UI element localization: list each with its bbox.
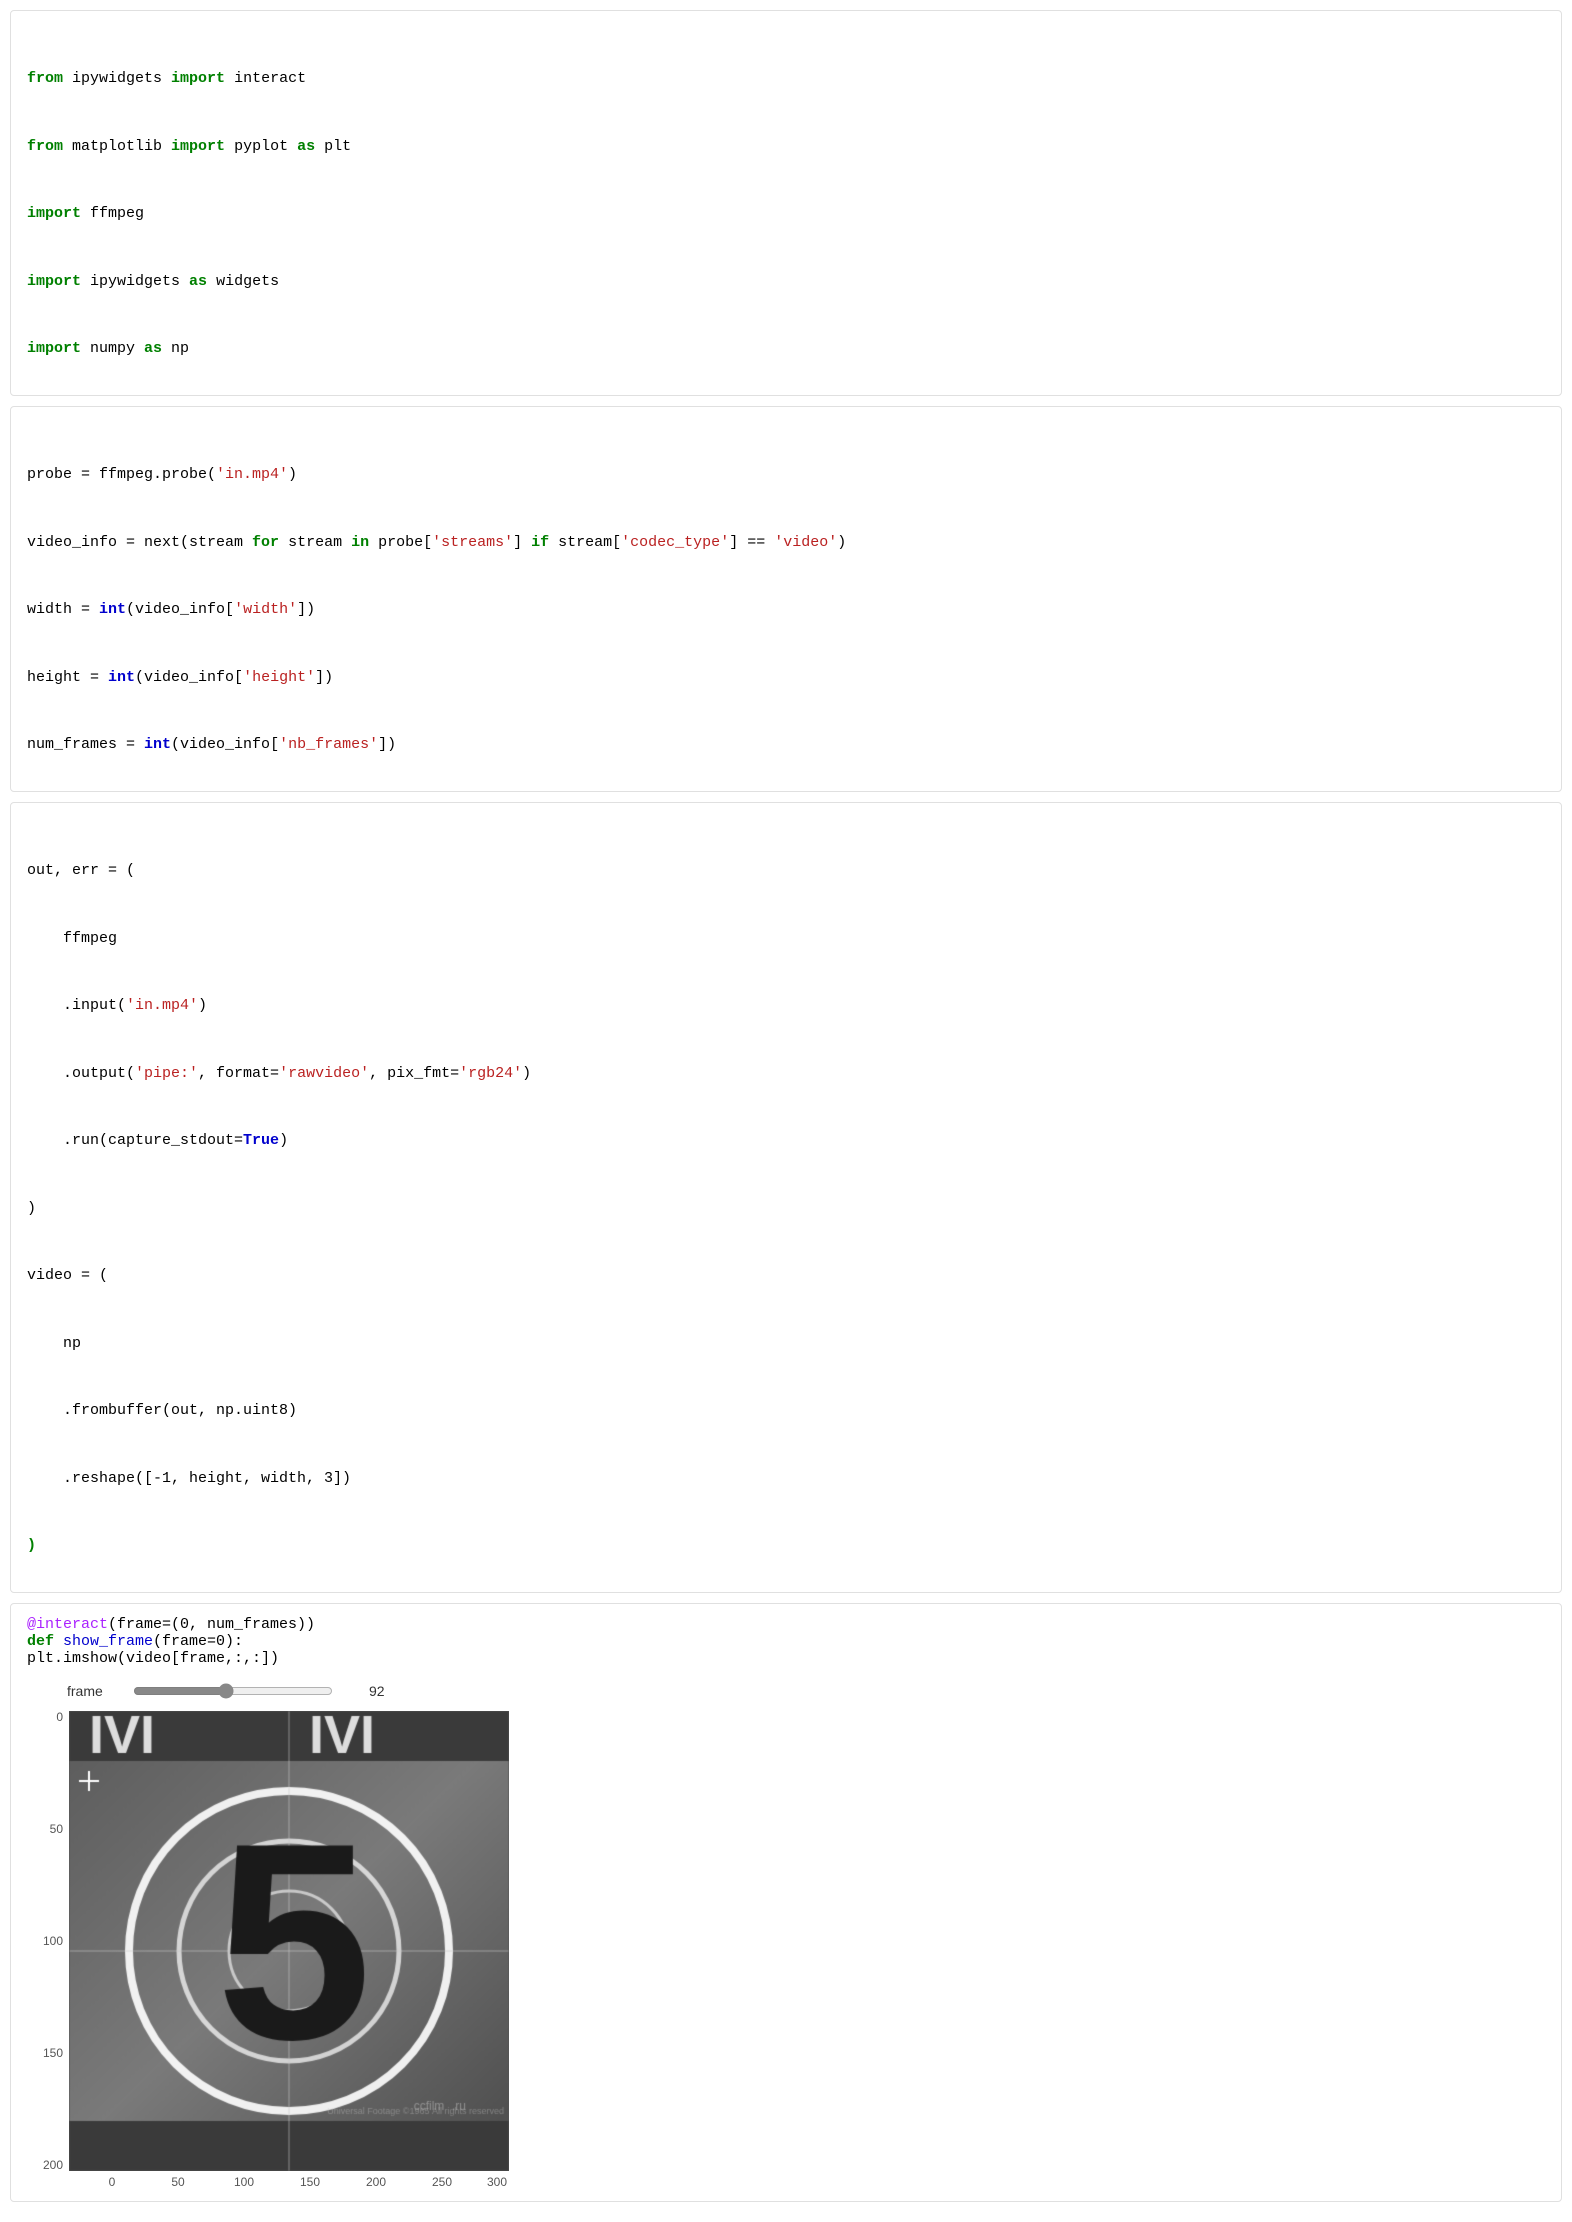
keyword: import: [171, 70, 225, 87]
x-tick-0: 0: [79, 2175, 145, 2189]
code-line: .output('pipe:', format='rawvideo', pix_…: [27, 1063, 1545, 1086]
code-line: np: [27, 1333, 1545, 1356]
keyword: as: [297, 138, 315, 155]
code-cell-4: @interact(frame=(0, num_frames)) def sho…: [10, 1603, 1562, 2202]
slider-label: frame: [67, 1683, 117, 1699]
film-canvas: [69, 1711, 509, 2171]
y-tick-50: 50: [50, 1823, 63, 1835]
code-line: .reshape([-1, height, width, 3]): [27, 1468, 1545, 1491]
keyword: import: [27, 273, 81, 290]
plot-image: [69, 1711, 509, 2171]
code-line: plt.imshow(video[frame,:,:]): [27, 1650, 1545, 1667]
x-tick-50: 50: [145, 2175, 211, 2189]
code-line: .input('in.mp4'): [27, 995, 1545, 1018]
code-line: import numpy as np: [27, 338, 1545, 361]
code-line: width = int(video_info['width']): [27, 599, 1545, 622]
x-tick-150: 150: [277, 2175, 343, 2189]
plot-container: 0 50 100 150 200: [43, 1711, 509, 2171]
keyword: as: [144, 340, 162, 357]
plot-area: 0 50 100 150 200 0 50 100 150 200 250 30…: [43, 1711, 1545, 2189]
x-axis: 0 50 100 150 200 250 300: [79, 2175, 519, 2189]
code-line: import ipywidgets as widgets: [27, 271, 1545, 294]
x-tick-250: 250: [409, 2175, 475, 2189]
code-line: from ipywidgets import interact: [27, 68, 1545, 91]
slider-value: 92: [369, 1683, 385, 1699]
code-cell-1: from ipywidgets import interact from mat…: [10, 10, 1562, 396]
x-tick-100: 100: [211, 2175, 277, 2189]
y-tick-100: 100: [43, 1935, 63, 1947]
keyword: import: [171, 138, 225, 155]
frame-slider[interactable]: [133, 1683, 333, 1699]
code-line: .frombuffer(out, np.uint8): [27, 1400, 1545, 1423]
keyword: from: [27, 70, 63, 87]
x-tick-300: 300: [475, 2175, 519, 2189]
y-tick-150: 150: [43, 2047, 63, 2059]
x-tick-200: 200: [343, 2175, 409, 2189]
code-line: from matplotlib import pyplot as plt: [27, 136, 1545, 159]
code-line: import ffmpeg: [27, 203, 1545, 226]
code-line: ): [27, 1198, 1545, 1221]
code-line: video = (: [27, 1265, 1545, 1288]
keyword: as: [189, 273, 207, 290]
code-line: probe = ffmpeg.probe('in.mp4'): [27, 464, 1545, 487]
keyword: from: [27, 138, 63, 155]
code-line: @interact(frame=(0, num_frames)): [27, 1616, 1545, 1633]
code-cell-2: probe = ffmpeg.probe('in.mp4') video_inf…: [10, 406, 1562, 792]
y-axis: 0 50 100 150 200: [43, 1711, 69, 2171]
code-cell-3: out, err = ( ffmpeg .input('in.mp4') .ou…: [10, 802, 1562, 1593]
code-line: def show_frame(frame=0):: [27, 1633, 1545, 1650]
code-line: .run(capture_stdout=True): [27, 1130, 1545, 1153]
code-line: num_frames = int(video_info['nb_frames']…: [27, 734, 1545, 757]
y-tick-200: 200: [43, 2159, 63, 2171]
keyword: import: [27, 340, 81, 357]
code-line: video_info = next(stream for stream in p…: [27, 532, 1545, 555]
slider-row: frame 92: [67, 1683, 1545, 1699]
keyword: import: [27, 205, 81, 222]
y-tick-0: 0: [56, 1711, 63, 1723]
code-line: ): [27, 1535, 1545, 1558]
code-line: height = int(video_info['height']): [27, 667, 1545, 690]
code-line: ffmpeg: [27, 928, 1545, 951]
code-line: out, err = (: [27, 860, 1545, 883]
